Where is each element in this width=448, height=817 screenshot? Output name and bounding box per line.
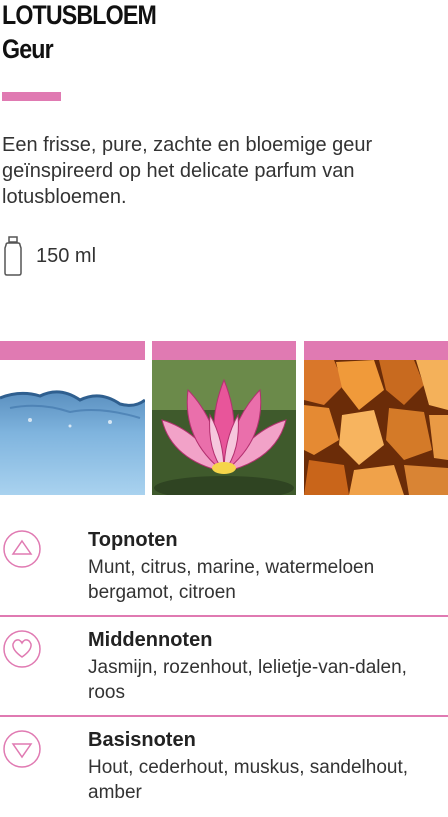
product-subtitle: Geur <box>2 34 54 64</box>
product-title: LOTUSBLOEM <box>2 0 157 30</box>
note-text: Hout, cederhout, muskus, sandelhout, amb… <box>88 757 409 803</box>
amber-image <box>304 360 448 495</box>
note-base: Basisnoten Hout, cederhout, muskus, sand… <box>0 717 448 817</box>
note-title: Topnoten <box>88 529 178 551</box>
amber-image-column <box>304 341 448 495</box>
bottle-icon <box>4 236 22 276</box>
note-text: Jasmijn, rozenhout, lelietje-van-dalen, … <box>88 657 407 703</box>
image-accent-bar <box>152 341 296 360</box>
note-middle: Middennoten Jasmijn, rozenhout, lelietje… <box>0 617 448 717</box>
triangle-down-icon <box>3 730 41 768</box>
image-accent-bar <box>0 341 145 360</box>
note-title: Basisnoten <box>88 729 196 751</box>
triangle-up-icon <box>3 530 41 568</box>
water-image-column <box>0 341 145 495</box>
product-title-block: LOTUSBLOEM Geur <box>2 0 157 66</box>
lotus-flower-image <box>152 360 296 495</box>
heart-icon <box>3 630 41 668</box>
accent-bar <box>2 92 61 101</box>
note-top: Topnoten Munt, citrus, marine, watermelo… <box>0 515 448 615</box>
volume-value: 150 ml <box>36 244 97 267</box>
note-text: Munt, citrus, marine, watermeloen bergam… <box>88 557 375 603</box>
product-description: Een frisse, pure, zachte en bloemige geu… <box>2 134 373 208</box>
volume-info: 150 ml <box>2 236 96 276</box>
image-accent-bar <box>304 341 448 360</box>
note-title: Middennoten <box>88 629 213 651</box>
ingredient-images <box>0 341 448 495</box>
water-image <box>0 360 145 495</box>
lotus-image-column <box>152 341 296 495</box>
